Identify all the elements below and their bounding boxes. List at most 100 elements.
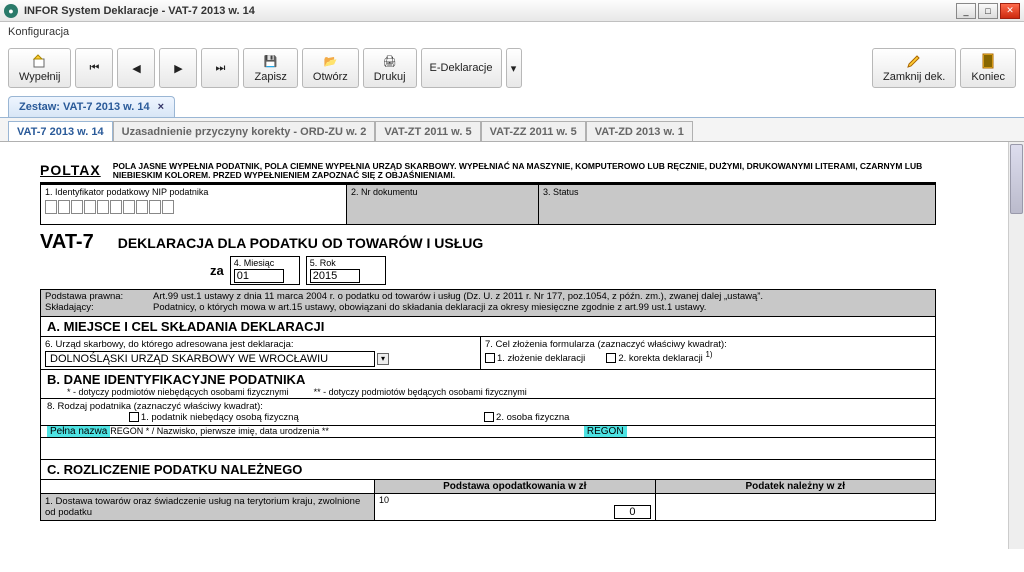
print-label: Drukuj — [374, 71, 406, 83]
file-tab-close-icon[interactable]: × — [158, 101, 164, 113]
file-tab-label: Zestaw: VAT-7 2013 w. 14 — [19, 101, 150, 113]
exit-label: Koniec — [971, 71, 1005, 83]
opt-person-label: 2. osoba fizyczna — [496, 412, 569, 423]
save-button[interactable]: 💾 Zapisz — [243, 48, 297, 88]
highlight-regon: REGON — [584, 426, 627, 437]
legal-basis-row: Podstawa prawna:Art.99 ust.1 ustawy z dn… — [41, 290, 935, 317]
field-8: 8. Rodzaj podatnika (zaznaczyć właściwy … — [41, 399, 935, 426]
window-title: INFOR System Deklaracje - VAT-7 2013 w. … — [24, 5, 956, 17]
section-b-note1: * - dotyczy podmiotów niebędących osobam… — [67, 387, 289, 397]
col-tax: Podatek należny w zł — [656, 480, 936, 493]
menu-config[interactable]: Konfiguracja — [8, 26, 69, 38]
close-button[interactable]: ✕ — [1000, 3, 1020, 19]
row1-tax-cell — [656, 494, 936, 520]
exit-button[interactable]: Koniec — [960, 48, 1016, 88]
row1-field-num: 10 — [379, 495, 389, 505]
close-decl-button[interactable]: Zamknij dek. — [872, 48, 956, 88]
year-input[interactable]: 2015 — [310, 269, 360, 283]
maximize-button[interactable]: □ — [978, 3, 998, 19]
app-icon: ● — [4, 4, 18, 18]
checkbox-correction[interactable] — [606, 353, 616, 363]
nip-cell[interactable] — [110, 200, 122, 214]
tab-vatzz[interactable]: VAT-ZZ 2011 w. 5 — [481, 121, 586, 142]
field-5: 5. Rok 2015 — [306, 256, 386, 285]
nip-cell[interactable] — [71, 200, 83, 214]
print-button[interactable]: 🖨 Drukuj — [363, 48, 417, 88]
open-button[interactable]: 📂 Otwórz — [302, 48, 359, 88]
opt-correction-label: 2. korekta deklaracji — [618, 353, 702, 364]
submitter-text: Podatnicy, o których mowa w art.15 ustaw… — [153, 303, 706, 314]
scrollbar[interactable] — [1008, 142, 1024, 549]
tab-vatzt-label: VAT-ZT 2011 w. 5 — [384, 126, 471, 138]
edecl-button[interactable]: E-Deklaracje — [421, 48, 502, 88]
nip-cell[interactable] — [84, 200, 96, 214]
checkbox-non-person[interactable] — [129, 412, 139, 422]
opt-correction-note: 1) — [705, 350, 712, 359]
chevron-down-icon: ▾ — [511, 62, 517, 75]
save-label: Zapisz — [254, 71, 286, 83]
last-button[interactable]: ⏭ — [201, 48, 239, 88]
edecl-dropdown[interactable]: ▾ — [506, 48, 522, 88]
nip-cell[interactable] — [123, 200, 135, 214]
tab-ordzu-label: Uzasadnienie przyczyny korekty - ORD-ZU … — [122, 126, 367, 138]
tab-vat7[interactable]: VAT-7 2013 w. 14 — [8, 121, 113, 142]
regon-row-label: REGON * / Nazwisko, pierwsze imię, data … — [110, 426, 329, 436]
scroll-thumb[interactable] — [1010, 144, 1023, 214]
col-base: Podstawa opodatkowania w zł — [375, 480, 656, 493]
checkbox-person[interactable] — [484, 412, 494, 422]
form-area: POLTAX POLA JASNE WYPEŁNIA PODATNIK, POL… — [0, 141, 1024, 549]
close-decl-label: Zamknij dek. — [883, 71, 945, 83]
nip-cell[interactable] — [136, 200, 148, 214]
pen-icon — [906, 53, 922, 69]
field-3: 3. Status — [539, 185, 935, 224]
field-1: 1. Identyfikator podatkowy NIP podatnika — [41, 185, 347, 224]
nip-cell[interactable] — [97, 200, 109, 214]
next-button[interactable]: ▶ — [159, 48, 197, 88]
checkbox-submit[interactable] — [485, 353, 495, 363]
submitter-label: Składający: — [45, 303, 135, 314]
file-tab[interactable]: Zestaw: VAT-7 2013 w. 14 × — [8, 96, 175, 117]
tab-ordzu[interactable]: Uzasadnienie przyczyny korekty - ORD-ZU … — [113, 121, 376, 142]
tax-office-select[interactable]: DOLNOŚLĄSKI URZĄD SKARBOWY WE WROCŁAWIU — [45, 351, 375, 367]
tab-vat7-label: VAT-7 2013 w. 14 — [17, 126, 104, 138]
section-a-body: 6. Urząd skarbowy, do którego adresowana… — [41, 337, 935, 370]
opt-submit-label: 1. złożenie deklaracji — [497, 353, 585, 364]
tab-vatzz-label: VAT-ZZ 2011 w. 5 — [490, 126, 577, 138]
fill-label: Wypełnij — [19, 71, 60, 83]
field-2-label: 2. Nr dokumentu — [351, 187, 418, 197]
toolbar: Wypełnij ⏮ ◀ ▶ ⏭ 💾 Zapisz 📂 Otwórz 🖨 Dru… — [0, 42, 1024, 94]
tab-vatzd[interactable]: VAT-ZD 2013 w. 1 — [586, 121, 693, 142]
za-label: za — [210, 263, 224, 278]
field-3-label: 3. Status — [543, 187, 579, 197]
prev-button[interactable]: ◀ — [117, 48, 155, 88]
row1-base-input[interactable]: 0 — [614, 505, 650, 519]
field-8-label: 8. Rodzaj podatnika (zaznaczyć właściwy … — [47, 401, 263, 412]
fill-button[interactable]: Wypełnij — [8, 48, 71, 88]
field-2: 2. Nr dokumentu — [347, 185, 539, 224]
field-4-label: 4. Miesiąc — [234, 258, 275, 268]
section-a-title: A. MIEJSCE I CEL SKŁADANIA DEKLARACJI — [41, 317, 935, 337]
dropdown-icon[interactable]: ▾ — [377, 353, 389, 365]
opt-non-person-label: 1. podatnik niebędący osobą fizyczną — [141, 412, 299, 423]
nip-cell[interactable] — [58, 200, 70, 214]
titlebar: ● INFOR System Deklaracje - VAT-7 2013 w… — [0, 0, 1024, 22]
minimize-button[interactable]: _ — [956, 3, 976, 19]
last-icon: ⏭ — [212, 60, 228, 76]
nip-cell[interactable] — [162, 200, 174, 214]
print-icon: 🖨 — [382, 53, 398, 69]
month-input[interactable]: 01 — [234, 269, 284, 283]
menu-bar: Konfiguracja — [0, 22, 1024, 42]
row1-base-cell: 10 0 — [375, 494, 656, 520]
section-b-note2: ** - dotyczy podmiotów będących osobami … — [314, 387, 527, 397]
poltax-label: POLTAX — [40, 162, 101, 178]
first-button[interactable]: ⏮ — [75, 48, 113, 88]
fill-icon — [32, 53, 48, 69]
section-c-row-1: 1. Dostawa towarów oraz świadczenie usłu… — [41, 494, 935, 520]
nip-cell[interactable] — [45, 200, 57, 214]
edecl-label: E-Deklaracje — [430, 62, 493, 74]
highlight-pelna-nazwa: Pełna nazwa — [47, 426, 110, 437]
nip-cell[interactable] — [149, 200, 161, 214]
field-1-label: 1. Identyfikator podatkowy NIP podatnika — [45, 187, 208, 197]
save-icon: 💾 — [263, 53, 279, 69]
tab-vatzt[interactable]: VAT-ZT 2011 w. 5 — [375, 121, 480, 142]
